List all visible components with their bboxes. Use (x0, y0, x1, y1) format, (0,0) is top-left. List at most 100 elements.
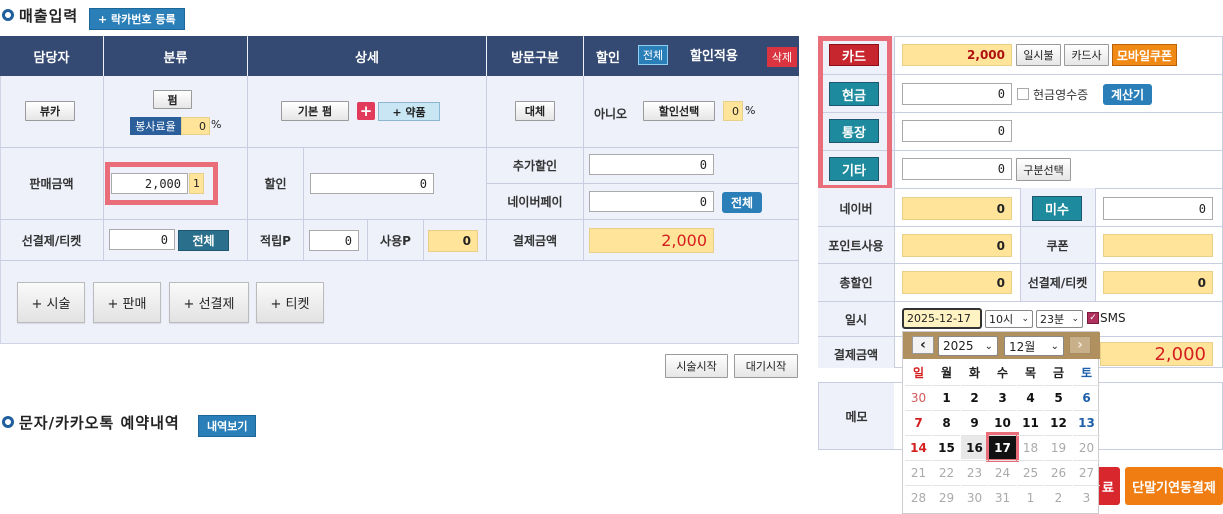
hour-select[interactable]: 10시 ⌄ (985, 310, 1033, 328)
earned-point-input[interactable]: 0 (309, 230, 359, 251)
extra-discount-label: 추가할인 (512, 158, 558, 173)
category-perm-button[interactable]: 펌 (153, 90, 192, 109)
card-amount-input[interactable]: 2,000 (902, 44, 1012, 66)
lump-sum-button[interactable]: 일시불 (1016, 44, 1061, 66)
calendar-day[interactable]: 20 (1073, 435, 1100, 459)
month-select[interactable]: 12월 ⌄ (1004, 336, 1064, 356)
start-wait-button[interactable]: 대기시작 (734, 354, 798, 378)
manager-select-button[interactable]: 뷰카 (25, 101, 75, 121)
chevron-down-icon: ⌄ (1021, 314, 1029, 324)
basic-perm-button[interactable]: 기본 펌 (281, 101, 349, 121)
datetime-label: 일시 (844, 312, 868, 327)
calendar-day[interactable]: 25 (1017, 460, 1044, 484)
section-title-reservations: 문자/카카오톡 예약내역 (19, 414, 180, 432)
minute-select[interactable]: 23분 ⌄ (1036, 310, 1083, 328)
type-select-button[interactable]: 구분선택 (1016, 158, 1071, 181)
earned-point-label: 적립P (260, 233, 291, 248)
calendar-day: 7 (905, 410, 932, 434)
discount-rate-input[interactable]: 0 (723, 101, 743, 121)
view-history-button[interactable]: 내역보기 (198, 415, 257, 437)
calendar-day[interactable]: 26 (1045, 460, 1072, 484)
pay-amount-value: 2,000 (589, 228, 714, 253)
terminal-payment-button[interactable]: 단말기연동결제 (1125, 467, 1223, 505)
total-discount-input[interactable]: 0 (902, 271, 1012, 294)
header-discount: 할인 (596, 51, 620, 66)
drug-add-button[interactable]: + 약품 (378, 102, 440, 121)
discount-status: 아니오 (593, 106, 628, 121)
header-detail: 상세 (248, 36, 486, 76)
add-ticket-button[interactable]: + 티켓 (256, 282, 324, 323)
naver-input[interactable]: 0 (902, 197, 1012, 220)
service-rate-input[interactable]: 0 (181, 117, 210, 135)
prepay-ticket-input[interactable]: 0 (1103, 271, 1213, 294)
sms-checkbox[interactable]: ✓ (1087, 312, 1099, 324)
calendar-day[interactable]: 27 (1073, 460, 1100, 484)
header-category: 분류 (104, 36, 247, 76)
mobile-coupon-button[interactable]: 모바일쿠폰 (1112, 44, 1177, 66)
year-select[interactable]: 2025 ⌄ (938, 336, 998, 356)
weekday-header: 일 (912, 365, 925, 380)
calendar-day[interactable]: 29 (933, 485, 960, 509)
calendar-day: 1 (933, 385, 960, 409)
use-point-label: 사용P (380, 233, 411, 248)
calendar-day: 2 (1045, 485, 1072, 509)
hour-select-value: 10시 (989, 313, 1014, 326)
naverpay-input[interactable]: 0 (589, 191, 714, 212)
chevron-left-icon: ‹ (920, 337, 926, 353)
calendar-day[interactable]: 23 (961, 460, 988, 484)
header-all-button[interactable]: 전체 (638, 45, 668, 65)
total-discount-label: 총할인 (839, 275, 873, 290)
pay-amount-label: 결제금액 (512, 233, 558, 248)
naverpay-all-button[interactable]: 전체 (722, 192, 762, 213)
weekday-header: 목 (1024, 365, 1037, 380)
sale-amount-label: 판매금액 (29, 176, 74, 191)
calendar-day[interactable]: 24 (989, 460, 1016, 484)
date-input[interactable]: 2025-12-17 (902, 308, 982, 329)
calendar-day: 3 (1073, 485, 1100, 509)
chevron-down-icon: ⌄ (984, 340, 993, 352)
add-prepay-button[interactable]: + 선결제 (169, 282, 249, 323)
memo-label: 메모 (845, 409, 868, 424)
plus-icon[interactable]: + (357, 102, 375, 120)
calendar-day[interactable]: 30 (961, 485, 988, 509)
discount-input[interactable]: 0 (310, 173, 434, 194)
point-use-input[interactable]: 0 (902, 234, 1012, 257)
extra-discount-input[interactable]: 0 (589, 154, 714, 175)
locker-register-button[interactable]: + 락카번호 등록 (89, 8, 185, 30)
header-delete-button[interactable]: 삭제 (767, 47, 797, 67)
cash-receipt-checkbox[interactable] (1017, 88, 1029, 100)
calendar-day: 1 (1017, 485, 1044, 509)
add-sale-button[interactable]: + 판매 (93, 282, 161, 323)
unpaid-button[interactable]: 미수 (1032, 196, 1082, 221)
pay-total-value: 2,000 (1100, 342, 1213, 366)
calculator-button[interactable]: 계산기 (1103, 84, 1152, 105)
card-company-button[interactable]: 카드사 (1064, 44, 1109, 66)
weekday-header: 월 (940, 365, 953, 380)
calendar-day[interactable]: 22 (933, 460, 960, 484)
etc-amount-input[interactable]: 0 (902, 158, 1012, 180)
calendar-day-selected[interactable]: 17 (986, 432, 1019, 462)
prepay-input[interactable]: 0 (109, 229, 175, 250)
start-treatment-button[interactable]: 시술시작 (665, 354, 728, 378)
bankbook-amount-input[interactable]: 0 (902, 120, 1012, 142)
discount-select-button[interactable]: 할인선택 (643, 101, 715, 121)
calendar-day: 30 (905, 385, 932, 409)
section-bullet-icon (2, 9, 14, 21)
visit-type-button[interactable]: 대체 (515, 101, 555, 121)
calendar-day[interactable]: 21 (905, 460, 932, 484)
weekday-header: 토 (1080, 365, 1093, 380)
calendar-day[interactable]: 31 (989, 485, 1016, 509)
prev-month-button[interactable]: ‹ (912, 336, 934, 354)
cash-amount-input[interactable]: 0 (902, 83, 1012, 105)
calendar-day: 10 (989, 410, 1016, 434)
calendar-day[interactable]: 19 (1045, 435, 1072, 459)
unpaid-input[interactable]: 0 (1103, 197, 1213, 220)
add-treatment-button[interactable]: + 시술 (17, 282, 85, 323)
discount-rate-percent: % (745, 104, 756, 117)
prepay-all-button[interactable]: 전체 (178, 230, 229, 251)
coupon-input[interactable] (1103, 234, 1213, 257)
next-month-button[interactable]: › (1069, 336, 1091, 354)
calendar-day[interactable]: 28 (905, 485, 932, 509)
calendar-day[interactable]: 18 (1017, 435, 1044, 459)
use-point-input[interactable]: 0 (428, 230, 478, 252)
